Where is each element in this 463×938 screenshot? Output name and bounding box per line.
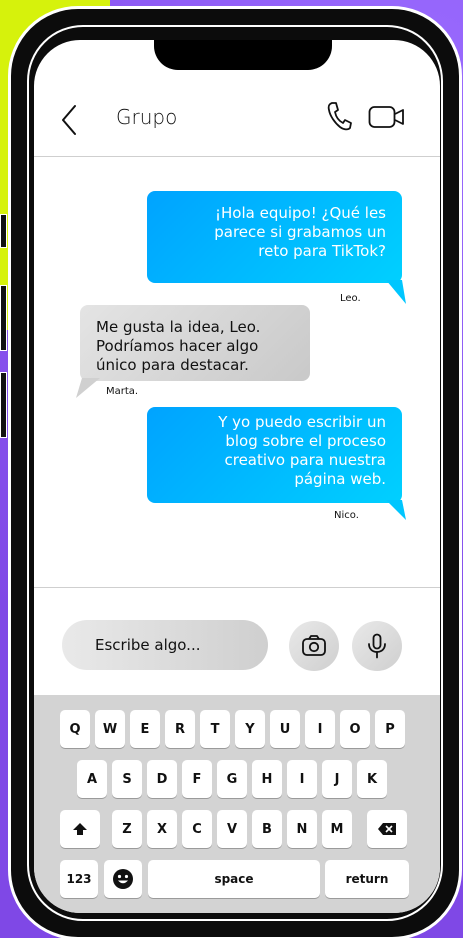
phone-screen: Grupo ¡Hola equipo! ¿Qué les parece si g… xyxy=(34,40,440,913)
key-n[interactable]: N xyxy=(287,810,317,848)
video-camera-icon[interactable] xyxy=(368,105,406,129)
key-h[interactable]: H xyxy=(252,760,282,798)
camera-button[interactable] xyxy=(289,621,339,671)
key-v[interactable]: V xyxy=(217,810,247,848)
message-composer[interactable] xyxy=(62,620,268,670)
emoji-key[interactable] xyxy=(104,860,142,898)
message-line: Me gusta la idea, Leo. xyxy=(96,318,261,336)
chat-header: Grupo xyxy=(34,95,440,155)
key-g[interactable]: G xyxy=(217,760,247,798)
notch xyxy=(154,40,332,70)
message-line: único para destacar. xyxy=(96,356,249,374)
sender-name: Leo. xyxy=(340,293,361,304)
key-i-row2[interactable]: I xyxy=(287,760,317,798)
message-bubble-outgoing[interactable]: ¡Hola equipo! ¿Qué les parece si grabamo… xyxy=(147,191,402,283)
key-x[interactable]: X xyxy=(147,810,177,848)
numbers-key[interactable]: 123 xyxy=(60,860,98,898)
key-s[interactable]: S xyxy=(112,760,142,798)
shift-key[interactable] xyxy=(60,810,100,848)
return-key[interactable]: return xyxy=(325,860,409,898)
key-r[interactable]: R xyxy=(165,710,195,748)
key-w[interactable]: W xyxy=(95,710,125,748)
microphone-icon xyxy=(368,633,386,659)
side-button-volume-up xyxy=(0,285,7,351)
message-line: Y yo puedo escribir un xyxy=(218,413,386,431)
key-d[interactable]: D xyxy=(147,760,177,798)
header-divider xyxy=(34,156,440,157)
key-a[interactable]: A xyxy=(77,760,107,798)
key-q[interactable]: Q xyxy=(60,710,90,748)
message-bubble-outgoing[interactable]: Y yo puedo escribir un blog sobre el pro… xyxy=(147,407,402,503)
key-j[interactable]: J xyxy=(322,760,352,798)
key-y[interactable]: Y xyxy=(235,710,265,748)
key-c[interactable]: C xyxy=(182,810,212,848)
sender-name: Nico. xyxy=(334,510,359,521)
shift-arrow-icon xyxy=(73,823,87,835)
bubble-tail xyxy=(386,500,406,520)
microphone-button[interactable] xyxy=(352,621,402,671)
key-p[interactable]: P xyxy=(375,710,405,748)
delete-key[interactable] xyxy=(367,810,407,848)
composer-divider xyxy=(34,587,440,588)
camera-icon xyxy=(302,635,326,656)
chat-title: Grupo xyxy=(116,105,178,129)
key-f[interactable]: F xyxy=(182,760,212,798)
key-m[interactable]: M xyxy=(322,810,352,848)
message-line: página web. xyxy=(294,470,386,488)
keyboard: Q W E R T Y U I O P A S D F G H I J K Z … xyxy=(34,695,440,913)
key-o[interactable]: O xyxy=(340,710,370,748)
key-k[interactable]: K xyxy=(357,760,387,798)
key-z[interactable]: Z xyxy=(112,810,142,848)
key-e[interactable]: E xyxy=(130,710,160,748)
bubble-tail xyxy=(76,378,100,398)
emoji-smile-icon xyxy=(113,869,133,889)
space-key[interactable]: space xyxy=(148,860,320,898)
key-b[interactable]: B xyxy=(252,810,282,848)
key-i[interactable]: I xyxy=(305,710,335,748)
message-line: Podríamos hacer algo xyxy=(96,337,259,355)
bubble-tail xyxy=(386,280,406,304)
phone-icon[interactable] xyxy=(326,101,352,131)
message-input[interactable] xyxy=(62,620,268,670)
message-line: blog sobre el proceso xyxy=(225,432,386,450)
message-line: parece si grabamos un xyxy=(214,223,386,241)
message-line: creativo para nuestra xyxy=(224,451,386,469)
key-u[interactable]: U xyxy=(270,710,300,748)
sender-name: Marta. xyxy=(106,386,139,397)
message-line: ¡Hola equipo! ¿Qué les xyxy=(215,204,386,222)
key-t[interactable]: T xyxy=(200,710,230,748)
chevron-left-icon[interactable] xyxy=(60,103,78,137)
message-line: reto para TikTok? xyxy=(258,242,386,260)
side-button-silent xyxy=(0,214,7,248)
message-bubble-incoming[interactable]: Me gusta la idea, Leo. Podríamos hacer a… xyxy=(80,305,310,381)
side-button-volume-down xyxy=(0,372,7,438)
backspace-icon xyxy=(378,823,396,835)
